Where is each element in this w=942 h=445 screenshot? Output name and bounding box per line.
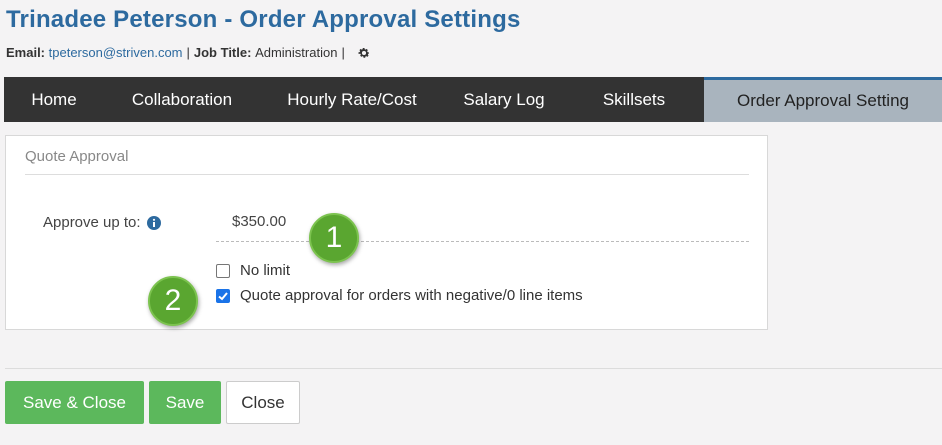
tab-order-approval-setting[interactable]: Order Approval Setting bbox=[704, 77, 942, 122]
job-title-label: Job Title: bbox=[193, 45, 252, 60]
info-icon[interactable] bbox=[146, 215, 161, 230]
save-button[interactable]: Save bbox=[149, 381, 221, 424]
negative-line-items-label: Quote approval for orders with negative/… bbox=[240, 287, 583, 304]
quote-approval-panel: Quote Approval Approve up to: $350.00 No… bbox=[5, 135, 768, 330]
tab-skillsets[interactable]: Skillsets bbox=[564, 77, 704, 122]
tab-bar: Home Collaboration Hourly Rate/Cost Sala… bbox=[4, 77, 942, 122]
save-and-close-button[interactable]: Save & Close bbox=[5, 381, 144, 424]
tab-collaboration[interactable]: Collaboration bbox=[104, 77, 260, 122]
section-title: Quote Approval bbox=[25, 148, 129, 165]
footer-divider bbox=[5, 368, 942, 369]
approve-amount-field[interactable]: $350.00 bbox=[232, 213, 286, 230]
tab-hourly-rate-cost[interactable]: Hourly Rate/Cost bbox=[260, 77, 444, 122]
page-title: Trinadee Peterson - Order Approval Setti… bbox=[6, 6, 521, 33]
close-button[interactable]: Close bbox=[226, 381, 300, 424]
callout-badge-2: 2 bbox=[148, 276, 198, 326]
section-divider bbox=[25, 174, 749, 175]
email-link[interactable]: tpeterson@striven.com bbox=[49, 45, 183, 60]
no-limit-label: No limit bbox=[240, 262, 291, 279]
email-label: Email: bbox=[6, 45, 46, 60]
negative-line-items-option[interactable]: Quote approval for orders with negative/… bbox=[216, 287, 583, 304]
no-limit-option[interactable]: No limit bbox=[216, 262, 290, 279]
amount-field-underline bbox=[216, 241, 749, 242]
tab-salary-log[interactable]: Salary Log bbox=[444, 77, 564, 122]
separator: | bbox=[341, 45, 345, 60]
gear-icon[interactable] bbox=[357, 46, 371, 60]
callout-badge-1: 1 bbox=[309, 213, 359, 263]
user-meta: Email: tpeterson@striven.com | Job Title… bbox=[6, 45, 371, 60]
tab-home[interactable]: Home bbox=[4, 77, 104, 122]
approve-label-text: Approve up to: bbox=[43, 214, 141, 231]
negative-line-items-checkbox[interactable] bbox=[216, 288, 230, 303]
approve-up-to-label: Approve up to: bbox=[43, 214, 161, 231]
job-title-value: Administration bbox=[255, 45, 338, 60]
no-limit-checkbox[interactable] bbox=[216, 263, 230, 278]
separator: | bbox=[186, 45, 190, 60]
